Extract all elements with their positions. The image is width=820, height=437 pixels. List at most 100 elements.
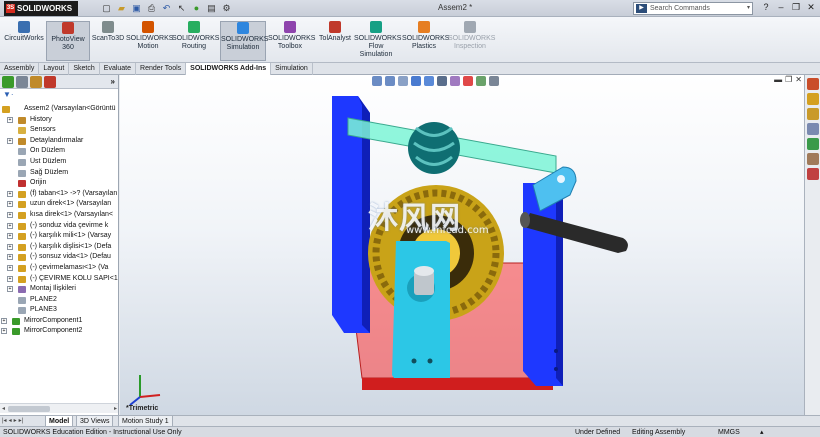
tree-item[interactable]: + MirrorComponent2: [0, 326, 118, 337]
scroll-left-icon[interactable]: ◂: [2, 405, 5, 412]
expand-toggle-icon[interactable]: +: [7, 275, 13, 282]
expand-toggle-icon[interactable]: +: [1, 328, 7, 335]
tree-item[interactable]: + Montaj İlişkileri: [0, 284, 118, 295]
expand-toggle-icon[interactable]: +: [7, 264, 13, 271]
expand-toggle-icon[interactable]: +: [7, 211, 13, 218]
panel-expand-icon[interactable]: »: [111, 77, 115, 86]
property-manager-tab-icon[interactable]: [16, 76, 28, 88]
units-dropdown-icon[interactable]: ▴: [760, 427, 764, 437]
expand-toggle-icon[interactable]: +: [7, 286, 13, 293]
tree-item[interactable]: Sensors: [0, 125, 118, 136]
edit-appearance-icon[interactable]: [463, 76, 473, 86]
solidworks-simulation-button[interactable]: SOLIDWORKS Simulation: [220, 21, 268, 61]
display-style-icon[interactable]: [437, 76, 447, 86]
tree-item[interactable]: + (-) çevirmelaması<1> (Va: [0, 263, 118, 274]
tree-item[interactable]: + kısa direk<1> (Varsayılan<: [0, 210, 118, 221]
feature-manager-tab-icon[interactable]: [2, 76, 14, 88]
expand-toggle-icon[interactable]: +: [7, 222, 13, 229]
scanto3d-button[interactable]: ScanTo3D: [86, 21, 130, 61]
worm-gear-assembly-model[interactable]: [318, 93, 648, 393]
new-document-icon[interactable]: ▢: [100, 2, 113, 14]
expand-toggle-icon[interactable]: +: [7, 243, 13, 250]
prev-tab-icon[interactable]: ◂: [9, 417, 12, 424]
scrollbar-thumb[interactable]: [8, 406, 50, 412]
close-button[interactable]: ✕: [804, 1, 818, 14]
zoom-to-area-icon[interactable]: [385, 76, 395, 86]
save-icon[interactable]: ▣: [130, 2, 143, 14]
tree-item[interactable]: PLANE2: [0, 295, 118, 306]
solidworks-toolbox-button[interactable]: SOLIDWORKS Toolbox: [268, 21, 315, 61]
filter-icon[interactable]: ▼·: [0, 89, 118, 100]
next-tab-icon[interactable]: ▸: [14, 417, 17, 424]
appearances-scenes-icon[interactable]: [807, 138, 819, 150]
file-properties-icon[interactable]: ▤: [205, 2, 218, 14]
flow-simulation-button[interactable]: SOLIDWORKS Flow Simulation: [354, 21, 401, 61]
expand-toggle-icon[interactable]: +: [7, 201, 13, 208]
status-units[interactable]: MMGS: [718, 427, 740, 437]
previous-view-icon[interactable]: [398, 76, 408, 86]
tree-item[interactable]: Sağ Düzlem: [0, 168, 118, 179]
tolanalyst-button[interactable]: TolAnalyst: [313, 21, 357, 61]
configuration-manager-tab-icon[interactable]: [30, 76, 42, 88]
display-manager-tab-icon[interactable]: [44, 76, 56, 88]
tree-item[interactable]: PLANE3: [0, 305, 118, 316]
tree-item[interactable]: Ön Düzlem: [0, 146, 118, 157]
solidworks-logo[interactable]: 3S SOLIDWORKS: [4, 1, 78, 16]
undo-icon[interactable]: ↶: [160, 2, 173, 14]
print-icon[interactable]: ⎙: [145, 2, 158, 14]
options-gear-icon[interactable]: ⚙: [220, 2, 233, 14]
design-library-icon[interactable]: [807, 93, 819, 105]
tree-item[interactable]: + Detaylandırmalar: [0, 136, 118, 147]
view-palette-icon[interactable]: [807, 123, 819, 135]
first-tab-icon[interactable]: |◂: [2, 417, 7, 424]
tree-item[interactable]: + (-) sonsuz vida<1> (Defau: [0, 252, 118, 263]
hide-show-items-icon[interactable]: [450, 76, 460, 86]
tree-item[interactable]: + (f) taban<1> ->? (Varsayılan: [0, 189, 118, 200]
photoview-360-button[interactable]: PhotoView 360: [46, 21, 90, 61]
search-commands-input[interactable]: ▶ Search Commands ▾: [633, 2, 753, 15]
tab-sketch[interactable]: Sketch: [69, 63, 100, 75]
last-tab-icon[interactable]: ▸|: [19, 417, 24, 424]
tab-evaluate[interactable]: Evaluate: [100, 63, 137, 75]
tree-item[interactable]: Üst Düzlem: [0, 157, 118, 168]
section-view-icon[interactable]: [411, 76, 421, 86]
circuitworks-button[interactable]: CircuitWorks: [2, 21, 46, 61]
solidworks-motion-button[interactable]: SOLIDWORKS Motion: [126, 21, 173, 61]
tree-item[interactable]: Orijin: [0, 178, 118, 189]
expand-toggle-icon[interactable]: +: [7, 254, 13, 261]
tab-simulation[interactable]: Simulation: [271, 63, 313, 75]
tree-item[interactable]: + (-) karşılık dişlisi<1> (Defa: [0, 242, 118, 253]
expand-toggle-icon[interactable]: +: [1, 317, 7, 324]
solidworks-plastics-button[interactable]: SOLIDWORKS Plastics: [402, 21, 449, 61]
viewport-close-icon[interactable]: ✕: [795, 75, 802, 84]
scroll-right-icon[interactable]: ▸: [114, 405, 117, 412]
viewport-restore-icon[interactable]: ❐: [785, 75, 792, 84]
expand-toggle-icon[interactable]: +: [7, 116, 13, 123]
viewport-minimize-icon[interactable]: ▬: [774, 75, 782, 84]
tree-item[interactable]: + uzun direk<1> (Varsayılan: [0, 199, 118, 210]
help-button[interactable]: ?: [759, 1, 773, 14]
tree-root-assembly[interactable]: Assem2 (Varsayılan<Görüntü: [0, 104, 118, 115]
view-orientation-icon[interactable]: [424, 76, 434, 86]
tree-item[interactable]: + (-) sonduz vida çevirme k: [0, 221, 118, 232]
bearing-block-front[interactable]: [392, 241, 450, 378]
minimize-button[interactable]: –: [774, 1, 788, 14]
file-explorer-icon[interactable]: [807, 108, 819, 120]
tree-item[interactable]: + MirrorComponent1: [0, 316, 118, 327]
solidworks-resources-icon[interactable]: [807, 78, 819, 90]
solidworks-routing-button[interactable]: SOLIDWORKS Routing: [172, 21, 219, 61]
tab-solidworks-add-ins[interactable]: SOLIDWORKS Add-Ins: [186, 63, 272, 75]
tree-item[interactable]: + History: [0, 115, 118, 126]
expand-toggle-icon[interactable]: +: [7, 190, 13, 197]
solidworks-inspection-button[interactable]: SOLIDWORKS Inspection: [448, 21, 495, 61]
apply-scene-icon[interactable]: [476, 76, 486, 86]
custom-properties-icon[interactable]: [807, 153, 819, 165]
graphics-area[interactable]: ▬ ❐ ✕ 沐风网 www.mfcad.com *Trimetric: [120, 75, 804, 415]
view-settings-icon[interactable]: [489, 76, 499, 86]
forum-icon[interactable]: [807, 168, 819, 180]
tab-render-tools[interactable]: Render Tools: [136, 63, 187, 75]
expand-toggle-icon[interactable]: +: [7, 137, 13, 144]
restore-button[interactable]: ❐: [789, 1, 803, 14]
tab-assembly[interactable]: Assembly: [0, 63, 40, 75]
zoom-to-fit-icon[interactable]: [372, 76, 382, 86]
